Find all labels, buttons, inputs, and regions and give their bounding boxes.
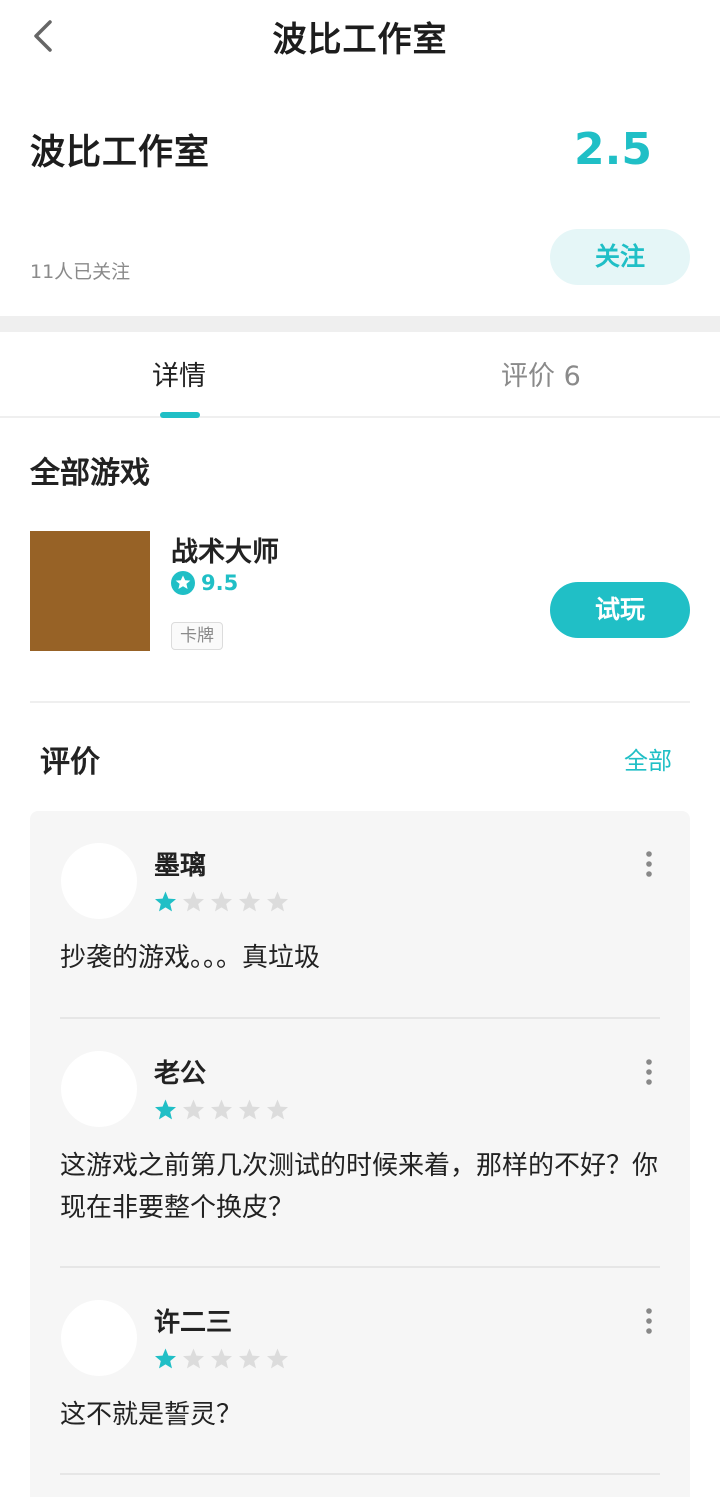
star-rating	[153, 890, 293, 915]
star-empty-icon	[239, 1099, 260, 1120]
star-empty-icon	[183, 891, 204, 912]
review-text: 抄袭的游戏。。。真垃圾	[60, 943, 321, 973]
tab-bar: 详情 评价 6	[0, 332, 720, 418]
star-circle-icon	[171, 571, 195, 595]
page-title: 波比工作室	[272, 20, 448, 60]
game-score: 9.5	[201, 571, 239, 595]
star-empty-icon	[239, 1348, 260, 1369]
review-divider	[60, 1473, 660, 1475]
star-empty-icon	[267, 1348, 288, 1369]
review-text: 这游戏之前第几次测试的时候来着，那样的不好？你现在非要整个换皮？	[60, 1151, 659, 1223]
section-divider	[0, 316, 720, 332]
star-empty-icon	[183, 1099, 204, 1120]
star-empty-icon	[267, 891, 288, 912]
star-filled-icon	[155, 1348, 176, 1369]
game-rating: 9.5	[171, 569, 238, 597]
avatar[interactable]	[61, 1051, 137, 1127]
star-empty-icon	[211, 1348, 232, 1369]
studio-score: 2.5	[574, 124, 652, 175]
reviewer-name: 墨璃	[154, 851, 207, 881]
try-play-button[interactable]: 试玩	[550, 582, 690, 638]
avatar[interactable]	[61, 1300, 137, 1376]
star-filled-icon	[155, 891, 176, 912]
star-rating	[153, 1098, 293, 1123]
reviewer-name: 老公	[154, 1059, 207, 1089]
tab-details[interactable]: 详情	[152, 354, 206, 393]
more-options-icon[interactable]	[640, 1057, 658, 1087]
all-games-heading: 全部游戏	[30, 456, 150, 491]
divider	[30, 701, 690, 703]
reviews-card: 墨璃 抄袭的游戏。。。真垃圾 老公 这游戏之前第几次测试的时候来着，那样的不好？…	[30, 811, 690, 1497]
review-divider	[60, 1017, 660, 1019]
follower-count: 11人已关注	[30, 261, 131, 283]
more-options-icon[interactable]	[640, 849, 658, 879]
avatar[interactable]	[61, 843, 137, 919]
reviews-heading: 评价	[40, 745, 100, 780]
follow-button[interactable]: 关注	[550, 229, 690, 285]
star-empty-icon	[211, 1099, 232, 1120]
top-bar: 波比工作室	[0, 0, 720, 72]
star-empty-icon	[183, 1348, 204, 1369]
star-empty-icon	[239, 891, 260, 912]
review-divider	[60, 1266, 660, 1268]
star-rating	[153, 1347, 293, 1372]
genre-tag: 卡牌	[171, 622, 223, 650]
review-text: 这不就是誓灵？	[60, 1400, 243, 1430]
star-empty-icon	[267, 1099, 288, 1120]
studio-name: 波比工作室	[30, 133, 211, 173]
reviewer-name: 许二三	[154, 1308, 233, 1338]
star-filled-icon	[155, 1099, 176, 1120]
view-all-reviews-link[interactable]: 全部	[624, 741, 672, 776]
game-name[interactable]: 战术大师	[171, 530, 279, 569]
game-thumbnail[interactable]	[30, 531, 150, 651]
more-options-icon[interactable]	[640, 1306, 658, 1336]
active-tab-indicator	[160, 412, 200, 418]
tab-reviews[interactable]: 评价 6	[501, 354, 581, 393]
star-empty-icon	[211, 891, 232, 912]
